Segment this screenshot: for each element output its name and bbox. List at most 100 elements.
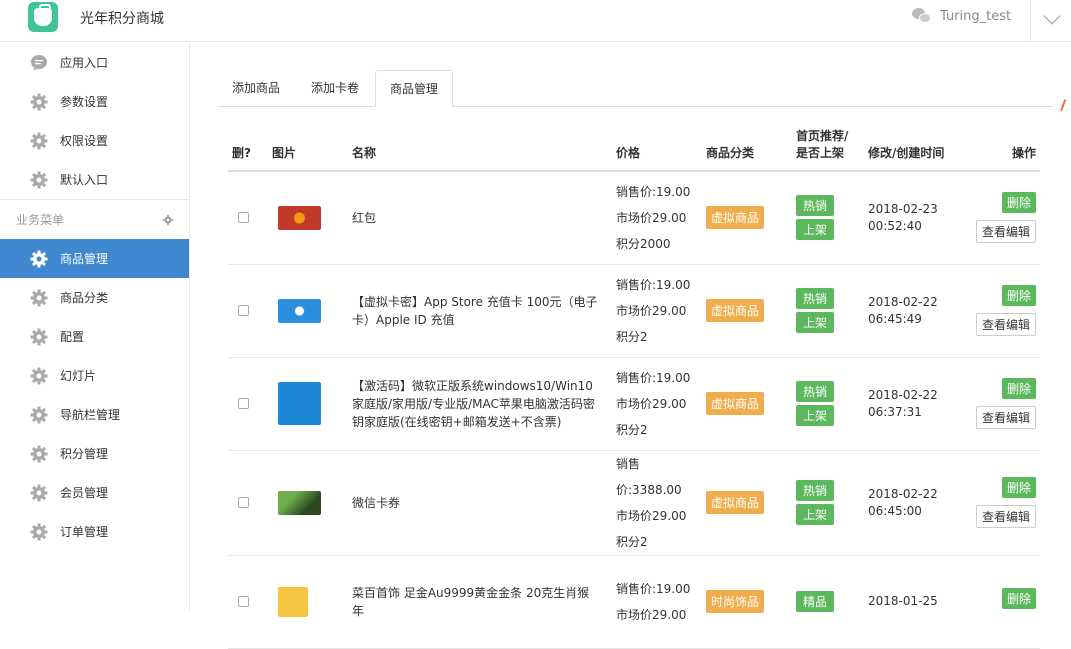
delete-checkbox[interactable] bbox=[238, 398, 249, 409]
row-actions: 删除 查看编辑 bbox=[964, 450, 1040, 556]
recommend-badge[interactable]: 热销 bbox=[796, 381, 834, 402]
app-logo[interactable] bbox=[28, 2, 58, 32]
view-edit-button[interactable]: 查看编辑 bbox=[975, 313, 1036, 336]
category-badge: 虚拟商品 bbox=[706, 491, 765, 514]
updated-time: 2018-02-22 06:45:49 bbox=[864, 264, 964, 358]
sidebar-item-app-entry[interactable]: 应用入口 bbox=[0, 43, 189, 82]
market-price: 市场价29.00 bbox=[616, 210, 687, 225]
status-badge[interactable]: 上架 bbox=[796, 219, 834, 241]
view-edit-button[interactable]: 查看编辑 bbox=[975, 220, 1036, 244]
product-price: 销售价:3388.00 市场价29.00 积分2 bbox=[612, 450, 702, 556]
sidebar-item-members[interactable]: 会员管理 bbox=[0, 473, 189, 512]
row-actions: 删除 查看编辑 bbox=[964, 171, 1040, 265]
sidebar-item-label: 订单管理 bbox=[60, 525, 109, 539]
row-actions: 删除 查看编辑 bbox=[964, 264, 1040, 358]
top-header: 光年积分商城 Turing_test bbox=[0, 0, 1071, 42]
delete-checkbox[interactable] bbox=[238, 497, 249, 508]
app-title: 光年积分商城 bbox=[80, 11, 164, 27]
status-badge[interactable]: 上架 bbox=[796, 405, 834, 426]
row-actions: 删除 查看编辑 bbox=[964, 357, 1040, 451]
sidebar: 应用入口 参数设置 权限设置 默认入口 业务菜单 商品管理 商品分类 配置 幻灯… bbox=[0, 42, 190, 610]
view-edit-button[interactable]: 查看编辑 bbox=[975, 505, 1036, 528]
sidebar-section-header: 业务菜单 bbox=[0, 199, 189, 239]
table-row: 菜百首饰 足金Au9999黄金金条 20克生肖猴年 销售价:19.00 市场价2… bbox=[228, 555, 1040, 649]
product-price: 销售价:19.00 市场价29.00 积分2 bbox=[612, 357, 702, 451]
header-line: 是否上架 bbox=[796, 146, 845, 160]
product-thumbnail bbox=[278, 382, 321, 425]
status-badge[interactable]: 上架 bbox=[796, 504, 834, 525]
points-price: 积分2000 bbox=[616, 236, 671, 251]
delete-checkbox[interactable] bbox=[238, 596, 249, 607]
delete-checkbox[interactable] bbox=[238, 212, 249, 224]
table-row: 【激活码】微软正版系统windows10/Win10家庭版/家用版/专业版/MA… bbox=[228, 357, 1040, 451]
product-name: 【虚拟卡密】App Store 充值卡 100元（电子卡）Apple ID 充值 bbox=[348, 264, 612, 358]
sidebar-item-points[interactable]: 积分管理 bbox=[0, 434, 189, 473]
sidebar-item-label: 默认入口 bbox=[60, 173, 109, 187]
gear-icon bbox=[30, 523, 48, 541]
sidebar-item-default-entry[interactable]: 默认入口 bbox=[0, 160, 189, 199]
gear-icon bbox=[30, 289, 48, 307]
points-price: 积分2 bbox=[616, 534, 648, 549]
product-name: 微信卡券 bbox=[348, 450, 612, 556]
product-price: 销售价:19.00 市场价29.00 bbox=[612, 555, 702, 649]
col-header-price: 价格 bbox=[612, 128, 702, 172]
sidebar-item-label: 积分管理 bbox=[60, 447, 109, 461]
delete-button[interactable]: 删除 bbox=[1001, 192, 1036, 214]
market-price: 市场价29.00 bbox=[616, 303, 687, 318]
user-menu[interactable]: Turing_test bbox=[912, 8, 1011, 24]
gear-icon bbox=[30, 132, 48, 150]
view-edit-button[interactable]: 查看编辑 bbox=[975, 406, 1036, 429]
row-actions: 删除 bbox=[964, 555, 1040, 649]
gear-icon bbox=[30, 367, 48, 385]
sidebar-item-product-management[interactable]: 商品管理 bbox=[0, 239, 189, 278]
sidebar-item-config[interactable]: 配置 bbox=[0, 317, 189, 356]
status-badge[interactable]: 上架 bbox=[796, 312, 834, 333]
username: Turing_test bbox=[940, 8, 1012, 24]
product-name: 红包 bbox=[348, 171, 612, 265]
gear-icon[interactable] bbox=[163, 214, 173, 225]
tab-add-product[interactable]: 添加商品 bbox=[218, 70, 294, 107]
tab-product-management[interactable]: 商品管理 bbox=[375, 70, 454, 107]
sidebar-item-orders[interactable]: 订单管理 bbox=[0, 512, 189, 551]
gear-icon bbox=[30, 445, 48, 463]
recommend-badge[interactable]: 热销 bbox=[796, 480, 834, 501]
recommend-badge[interactable]: 精品 bbox=[796, 591, 834, 612]
sale-price: 销售价:19.00 bbox=[616, 370, 691, 385]
col-header-recommend: 首页推荐/ 是否上架 bbox=[792, 128, 864, 172]
gear-icon bbox=[30, 484, 48, 502]
delete-button[interactable]: 删除 bbox=[1001, 378, 1036, 399]
tab-add-card[interactable]: 添加卡卷 bbox=[297, 70, 373, 107]
sidebar-item-product-category[interactable]: 商品分类 bbox=[0, 278, 189, 317]
updated-time: 2018-02-22 06:45:00 bbox=[864, 450, 964, 556]
gear-icon bbox=[30, 406, 48, 424]
market-price: 市场价29.00 bbox=[616, 396, 687, 411]
date: 2018-02-23 bbox=[868, 201, 938, 216]
clock: 06:45:00 bbox=[868, 503, 922, 518]
product-thumbnail bbox=[278, 298, 321, 323]
product-price: 销售价:19.00 市场价29.00 积分2 bbox=[612, 264, 702, 358]
delete-button[interactable]: 删除 bbox=[1001, 285, 1036, 306]
market-price: 市场价29.00 bbox=[616, 508, 687, 523]
recommend-badge[interactable]: 热销 bbox=[796, 195, 834, 217]
sidebar-item-permissions[interactable]: 权限设置 bbox=[0, 121, 189, 160]
section-label: 业务菜单 bbox=[16, 213, 65, 227]
recommend-badge[interactable]: 热销 bbox=[796, 288, 834, 309]
date: 2018-02-22 bbox=[868, 294, 938, 309]
sidebar-item-label: 会员管理 bbox=[60, 486, 109, 500]
category-badge: 虚拟商品 bbox=[706, 299, 765, 322]
clock: 06:37:31 bbox=[868, 404, 922, 419]
delete-checkbox[interactable] bbox=[238, 305, 249, 316]
header-divider bbox=[1030, 0, 1031, 42]
chat-icon bbox=[30, 54, 48, 72]
updated-time: 2018-02-22 06:37:31 bbox=[864, 357, 964, 451]
sale-price: 销售价:19.00 bbox=[616, 184, 691, 199]
delete-button[interactable]: 删除 bbox=[1001, 587, 1036, 609]
chevron-down-icon[interactable] bbox=[1043, 7, 1061, 25]
tab-bar: 添加商品 添加卡卷 商品管理 bbox=[218, 70, 1053, 107]
gear-icon bbox=[30, 250, 48, 268]
delete-button[interactable]: 删除 bbox=[1001, 477, 1036, 498]
sidebar-item-params[interactable]: 参数设置 bbox=[0, 82, 189, 121]
sidebar-item-label: 商品管理 bbox=[60, 252, 109, 266]
sidebar-item-slideshow[interactable]: 幻灯片 bbox=[0, 356, 189, 395]
sidebar-item-navbar[interactable]: 导航栏管理 bbox=[0, 395, 189, 434]
